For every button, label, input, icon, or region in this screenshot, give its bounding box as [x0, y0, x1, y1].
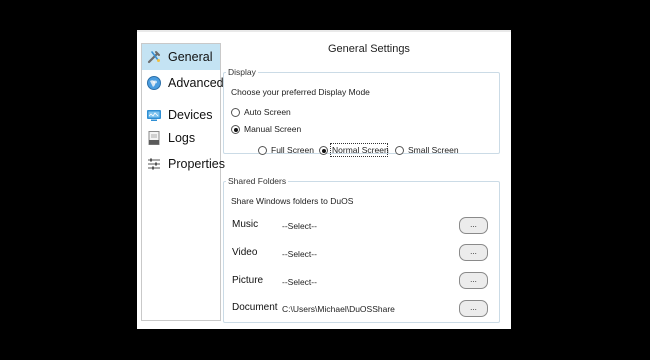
folder-label: Document: [232, 302, 278, 313]
shared-folders-legend: Shared Folders: [228, 176, 287, 186]
folder-label: Music: [232, 219, 259, 230]
display-legend: Display: [228, 67, 256, 77]
shared-prompt: Share Windows folders to DuOS: [231, 196, 354, 206]
display-prompt: Choose your preferred Display Mode: [231, 87, 370, 97]
page-title: General Settings: [328, 43, 410, 55]
radio-circle[interactable]: [258, 146, 267, 155]
radio-circle[interactable]: [231, 108, 240, 117]
browse-video-button[interactable]: ...: [459, 244, 488, 261]
sidebar-item-properties[interactable]: Properties: [142, 151, 225, 177]
sidebar-item-general[interactable]: General: [142, 44, 220, 70]
radio-label: Small Screen: [408, 145, 459, 155]
titlebar-strip: [137, 30, 511, 32]
radio-label: Auto Screen: [244, 107, 291, 117]
wrench-wand-icon: [146, 49, 162, 65]
sidebar-item-label: Logs: [168, 131, 196, 145]
folder-label: Video: [232, 247, 258, 258]
log-file-icon: [146, 130, 162, 146]
folder-path: --Select--: [282, 249, 317, 259]
sidebar-item-logs[interactable]: Logs: [142, 125, 220, 151]
radio-circle[interactable]: [395, 146, 404, 155]
browse-document-button[interactable]: ...: [459, 300, 488, 317]
globe-icon: [146, 75, 162, 91]
settings-window: General Advanced Devices Logs Properties…: [137, 30, 511, 329]
folder-path: --Select--: [282, 277, 317, 287]
sidebar-item-label: Devices: [168, 108, 213, 122]
sidebar-item-advanced[interactable]: Advanced: [142, 70, 224, 96]
browse-music-button[interactable]: ...: [459, 217, 488, 234]
sidebar-item-label: General: [168, 50, 213, 64]
folder-path: C:\Users\Michael\DuOSShare: [282, 304, 395, 314]
sidebar: General Advanced Devices Logs Properties: [141, 43, 225, 321]
folder-path: --Select--: [282, 221, 317, 231]
sidebar-item-label: Properties: [168, 157, 225, 171]
sliders-icon: [146, 156, 162, 172]
radio-label: Normal Screen: [332, 145, 389, 155]
browse-picture-button[interactable]: ...: [459, 272, 488, 289]
radio-circle[interactable]: [319, 146, 328, 155]
sidebar-item-label: Advanced: [168, 76, 224, 90]
radio-label: Manual Screen: [244, 124, 302, 134]
devices-icon: [146, 107, 162, 123]
folder-label: Picture: [232, 275, 264, 286]
radio-circle[interactable]: [231, 125, 240, 134]
radio-label: Full Screen: [271, 145, 314, 155]
